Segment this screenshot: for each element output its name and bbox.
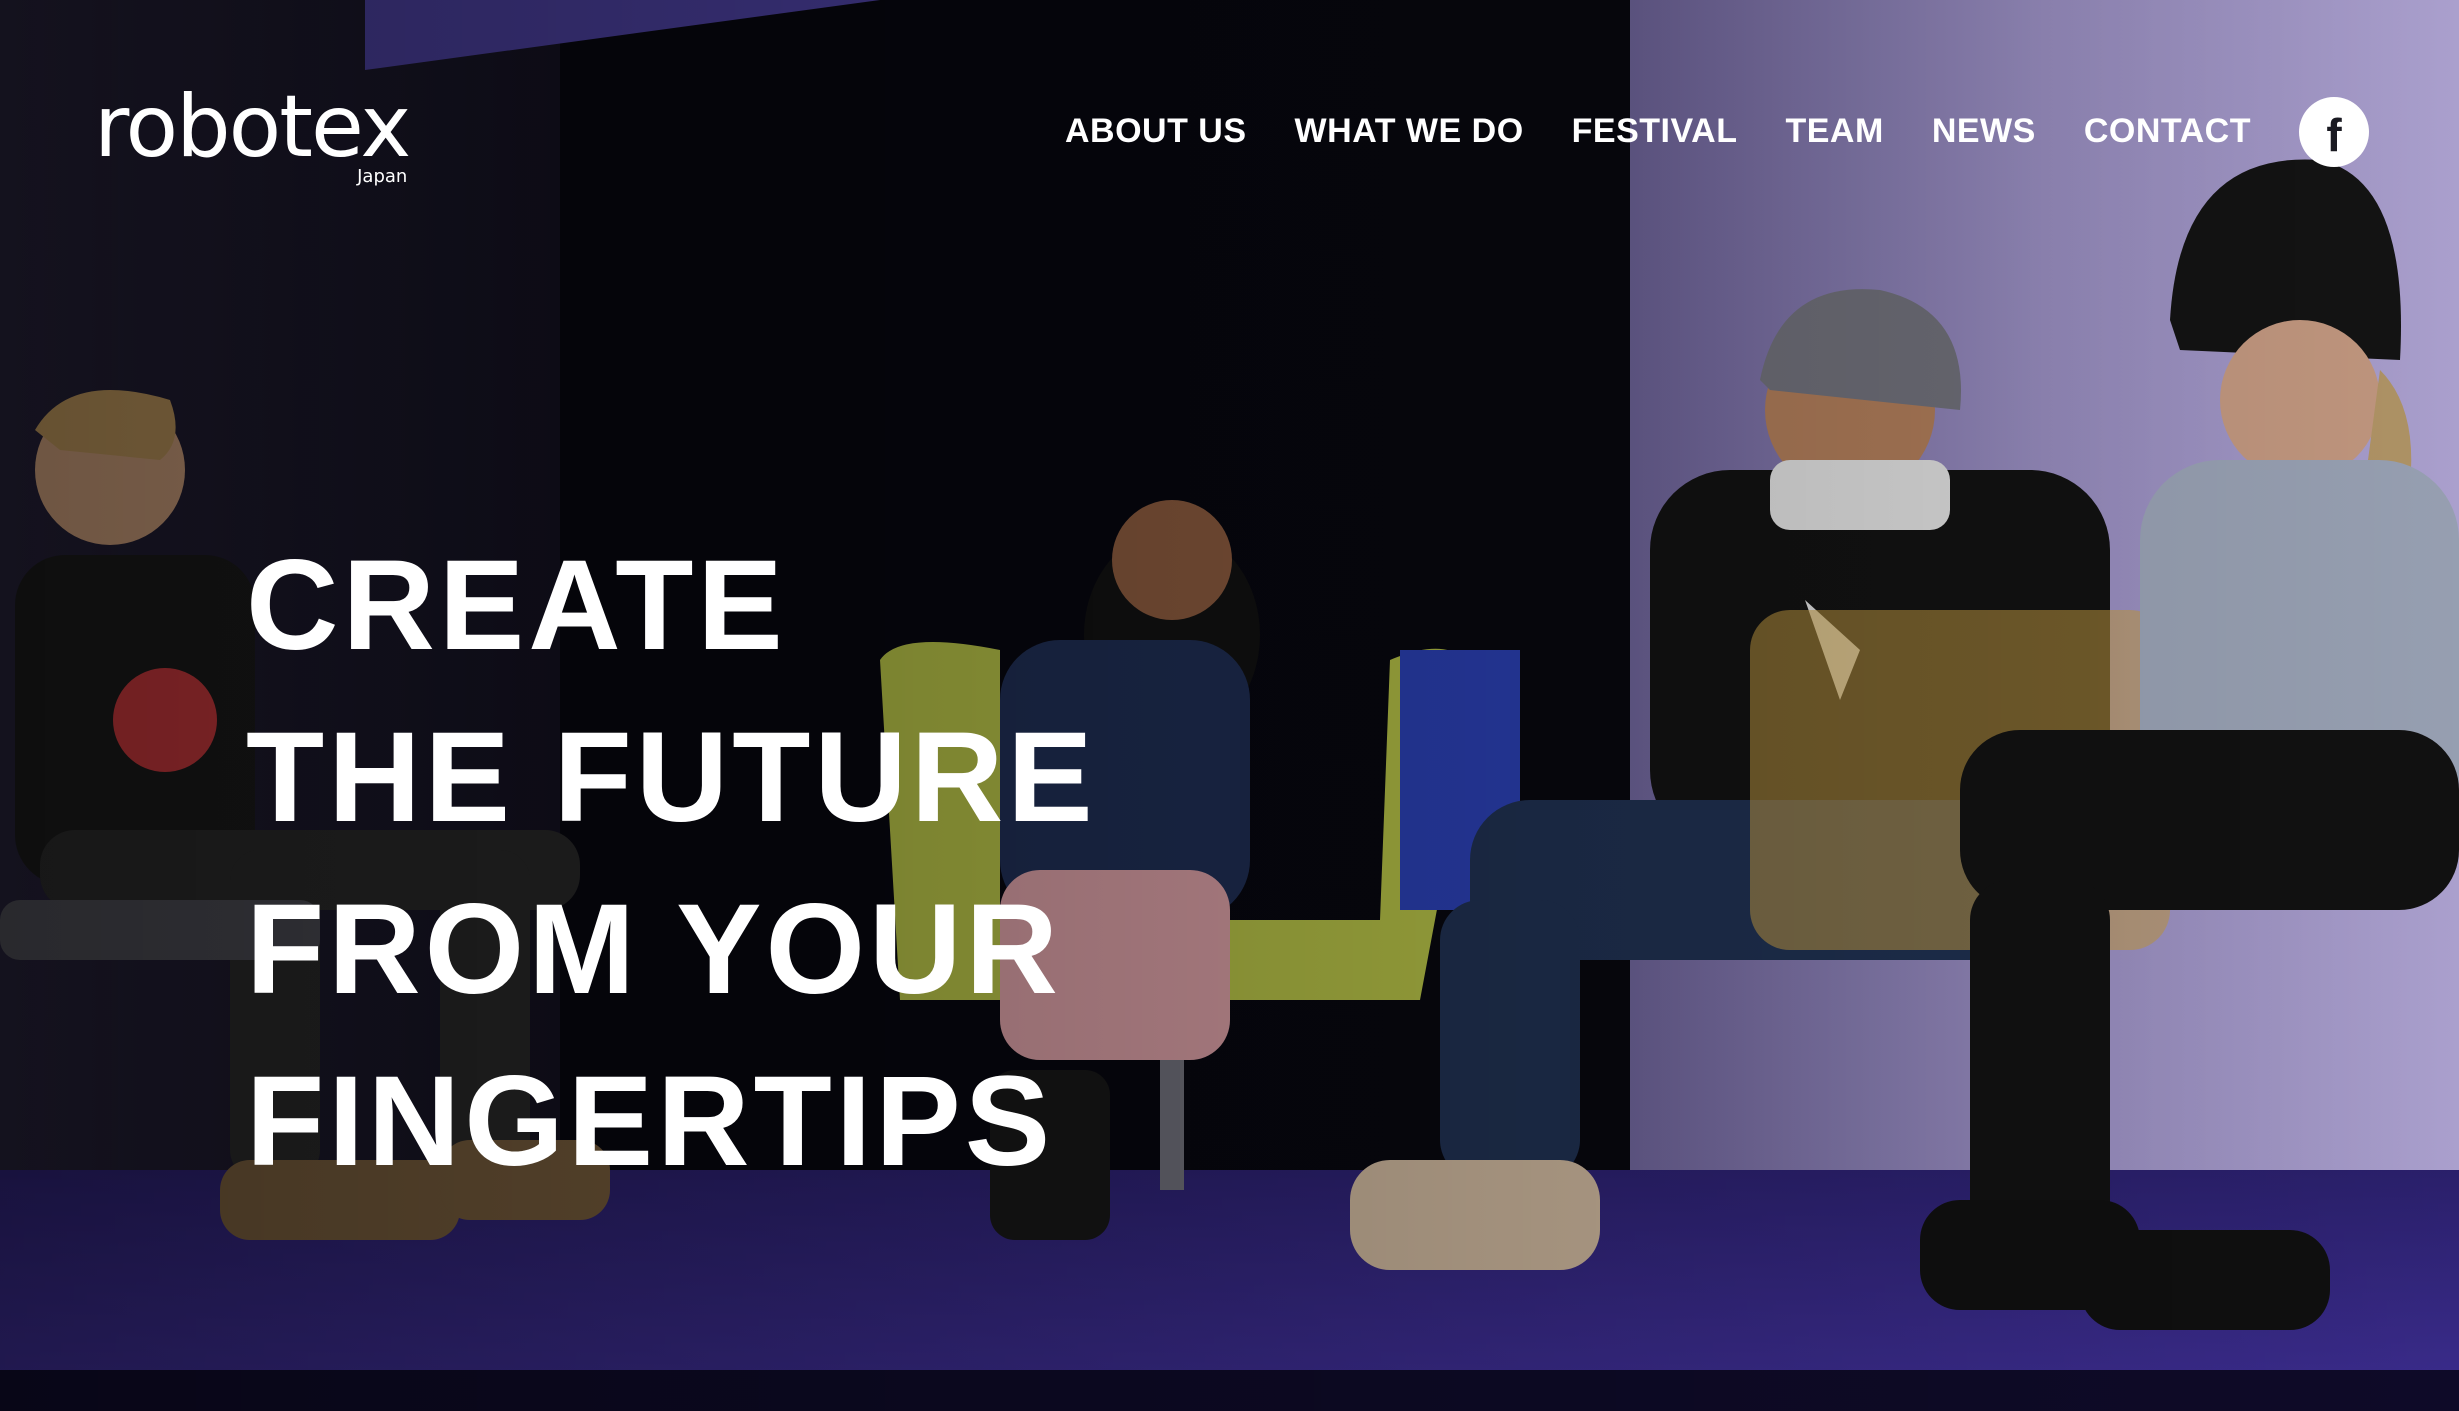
headline-line-3: FROM YOUR (246, 878, 1062, 1021)
hero-headline: CREATE THE FUTURE FROM YOUR FINGERTIPS (246, 520, 1097, 1208)
nav-item-what-we-do[interactable]: WHAT WE DO (1295, 112, 1524, 151)
facebook-button[interactable]: f (2299, 97, 2369, 167)
headline-line-4: FINGERTIPS (246, 1050, 1055, 1193)
nav-item-team[interactable]: TEAM (1785, 112, 1883, 151)
robotex-japan-logo[interactable]: robotex Japan (94, 77, 411, 187)
nav-item-festival[interactable]: FESTIVAL (1572, 112, 1738, 151)
headline-line-2: THE FUTURE (246, 706, 1097, 849)
logo-wordmark: robotex (94, 77, 411, 177)
nav-item-news[interactable]: NEWS (1932, 112, 2036, 151)
facebook-icon: f (2326, 109, 2342, 161)
main-nav: ABOUT US WHAT WE DO FESTIVAL TEAM NEWS C… (1065, 112, 2251, 151)
nav-item-contact[interactable]: CONTACT (2084, 112, 2251, 151)
nav-item-about-us[interactable]: ABOUT US (1065, 112, 1247, 151)
headline-line-1: CREATE (246, 534, 787, 677)
hero-section: robotex Japan ABOUT US WHAT WE DO FESTIV… (0, 0, 2459, 1411)
logo-subtext: Japan (357, 166, 408, 187)
